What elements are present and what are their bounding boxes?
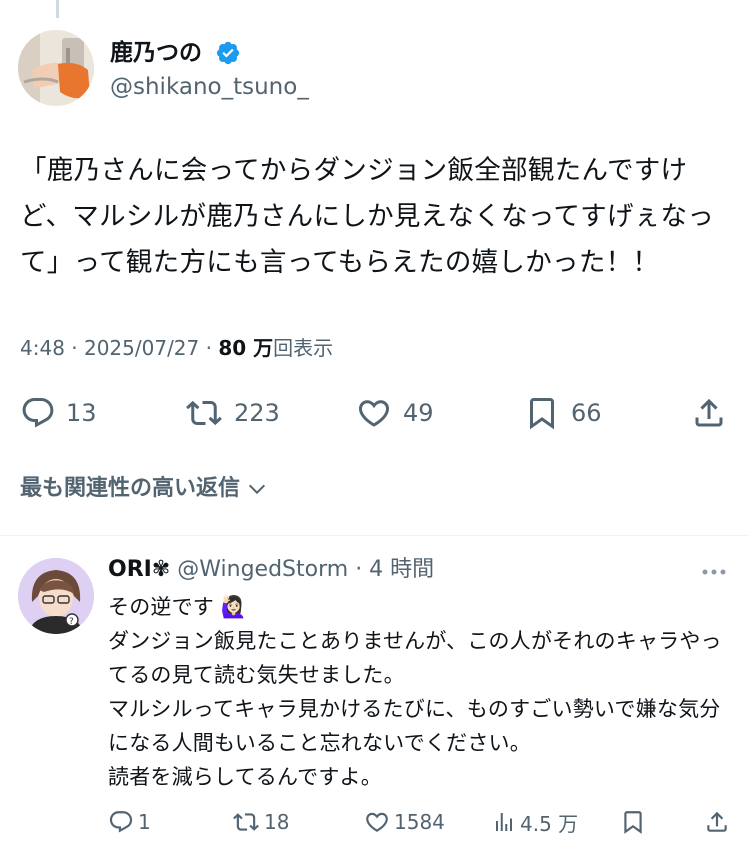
reply-count: 13 — [66, 399, 97, 427]
author-handle[interactable]: @shikano_tsuno_ — [110, 72, 309, 102]
view-count: 80 万 — [218, 336, 274, 360]
tweet-actions: 13 223 49 66 — [0, 388, 749, 438]
reply-author-handle[interactable]: @WingedStorm — [177, 557, 348, 582]
reply-author-name[interactable]: ORI✾ — [108, 557, 170, 582]
reply-reply-button[interactable]: 1 — [108, 804, 151, 840]
repost-button[interactable]: 223 — [184, 388, 280, 438]
verified-badge-icon — [216, 41, 240, 65]
author-avatar[interactable] — [18, 30, 94, 106]
bookmark-icon — [624, 811, 642, 834]
thread-line — [56, 0, 59, 18]
tweet-time[interactable]: 4:48 · 2025/07/27 · — [20, 336, 218, 360]
reply-header: ORI✾ @WingedStorm · 4 時間 — [108, 555, 434, 585]
reply-text: その逆です 🙋🏻‍♀️ ダンジョン飯見たことありませんが、この人がそれのキャラや… — [108, 595, 722, 789]
bookmark-button[interactable]: 66 — [523, 388, 602, 438]
repost-icon — [186, 400, 222, 426]
analytics-icon — [496, 813, 512, 831]
like-count: 49 — [403, 399, 434, 427]
chevron-down-icon — [248, 484, 266, 495]
view-label: 回表示 — [273, 336, 334, 360]
more-options-button[interactable] — [700, 562, 728, 586]
reply-time[interactable]: · 4 時間 — [348, 557, 434, 582]
reply-reply-count: 1 — [138, 810, 151, 834]
more-icon — [702, 569, 726, 575]
reply-button[interactable]: 13 — [20, 388, 97, 438]
reply-icon — [109, 811, 133, 833]
divider — [0, 535, 749, 536]
reply-sort-dropdown[interactable]: 最も関連性の高い返信 — [20, 472, 268, 506]
reply-icon — [22, 398, 54, 428]
reply-avatar[interactable]: ? — [18, 558, 94, 634]
reply-like-button[interactable]: 1584 — [364, 804, 445, 840]
reply-bookmark-button[interactable] — [620, 804, 646, 840]
svg-text:?: ? — [69, 617, 74, 627]
repost-count: 223 — [234, 399, 280, 427]
share-button[interactable] — [690, 388, 728, 438]
bookmark-icon — [530, 398, 554, 430]
share-icon — [695, 398, 723, 427]
reply-like-count: 1584 — [394, 810, 445, 834]
reply-actions: 1 18 1584 4.5 万 — [0, 804, 749, 840]
heart-icon — [358, 400, 390, 427]
reply-views-button[interactable]: 4.5 万 — [492, 804, 578, 840]
tweet-meta: 4:48 · 2025/07/27 · 80 万回表示 — [20, 334, 333, 362]
reply-share-button[interactable] — [704, 804, 730, 840]
reply-view-count: 4.5 万 — [520, 811, 579, 836]
heart-icon — [366, 812, 388, 832]
share-icon — [707, 811, 727, 832]
reply-repost-count: 18 — [264, 810, 290, 834]
bookmark-count: 66 — [571, 399, 602, 427]
author-name[interactable]: 鹿乃つの — [110, 38, 202, 68]
reply-sort-label: 最も関連性の高い返信 — [20, 476, 241, 501]
reply-repost-button[interactable]: 18 — [232, 804, 289, 840]
like-button[interactable]: 49 — [355, 388, 434, 438]
repost-icon — [233, 813, 259, 831]
tweet-text: 「鹿乃さんに会ってからダンジョン飯全部観たんですけど、マルシルが鹿乃さんにしか見… — [20, 155, 715, 278]
